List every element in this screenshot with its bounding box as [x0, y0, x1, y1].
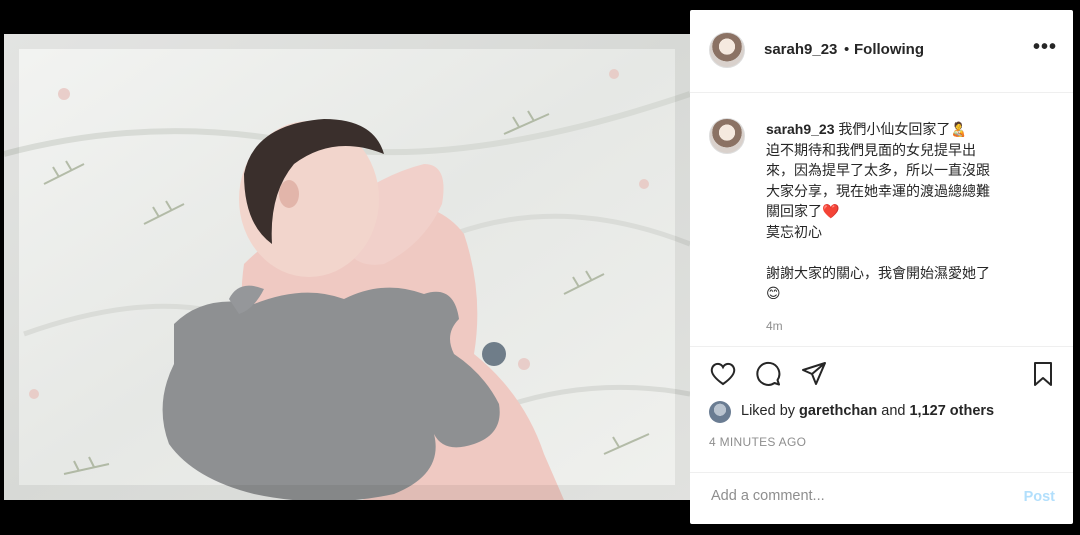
author-avatar[interactable]	[709, 32, 745, 68]
comment-input[interactable]	[709, 487, 1003, 505]
likes-count[interactable]: 1,127 others	[909, 403, 994, 419]
share-icon[interactable]	[800, 360, 828, 388]
separator-dot: •	[844, 41, 850, 58]
caption-timestamp[interactable]: 4m	[766, 319, 783, 333]
liker-avatar[interactable]	[709, 401, 731, 423]
post-image[interactable]	[4, 34, 690, 500]
caption-text-line: 關回家了❤️	[766, 203, 840, 219]
post-comment-button[interactable]: Post	[1024, 489, 1055, 505]
comment-icon[interactable]	[754, 360, 782, 388]
caption-text-line: 😊	[766, 285, 781, 301]
liker-username[interactable]: garethchan	[799, 403, 877, 419]
action-bar: Liked by garethchan and 1,127 others 4 M…	[690, 346, 1073, 473]
baby-photo-illustration	[4, 34, 690, 500]
caption-section: sarah9_23 我們小仙女回家了🧑‍🍼 迫不期待和我們見面的女兒提早出 來，…	[690, 93, 1073, 345]
caption-text: sarah9_23 我們小仙女回家了🧑‍🍼 迫不期待和我們見面的女兒提早出 來，…	[766, 119, 1036, 304]
likes-connector: and	[881, 403, 906, 419]
bookmark-icon[interactable]	[1029, 360, 1057, 388]
caption-avatar[interactable]	[709, 118, 745, 154]
caption-text-line: 我們小仙女回家了🧑‍🍼	[838, 121, 968, 137]
post-time-ago[interactable]: 4 MINUTES AGO	[709, 435, 806, 449]
caption-text-line: 莫忘初心	[766, 223, 822, 240]
following-button[interactable]: Following	[854, 41, 924, 58]
caption-text-line: 迫不期待和我們見面的女兒提早出	[766, 141, 976, 158]
caption-text-line: 謝謝大家的關心，我會開始濕愛她了	[766, 264, 990, 281]
comment-bar: Post	[690, 472, 1073, 525]
post-header: sarah9_23 • Following •••	[690, 10, 1073, 93]
likes-prefix: Liked by	[741, 403, 796, 419]
likes-text: Liked by garethchan and 1,127 others	[741, 403, 994, 419]
post-panel: sarah9_23 • Following ••• sarah9_23 我們小仙…	[690, 10, 1073, 524]
author-username[interactable]: sarah9_23	[764, 41, 837, 58]
caption-line-1: sarah9_23 我們小仙女回家了🧑‍🍼	[766, 119, 1036, 140]
caption-text-line: 來，因為提早了太多，所以一直沒跟	[766, 162, 990, 178]
more-horizontal-icon[interactable]: •••	[1033, 36, 1057, 59]
caption-username[interactable]: sarah9_23	[766, 121, 835, 137]
caption-text-line: 大家分享，現在她幸運的渡過總總難	[766, 182, 990, 199]
heart-icon[interactable]	[709, 360, 737, 388]
